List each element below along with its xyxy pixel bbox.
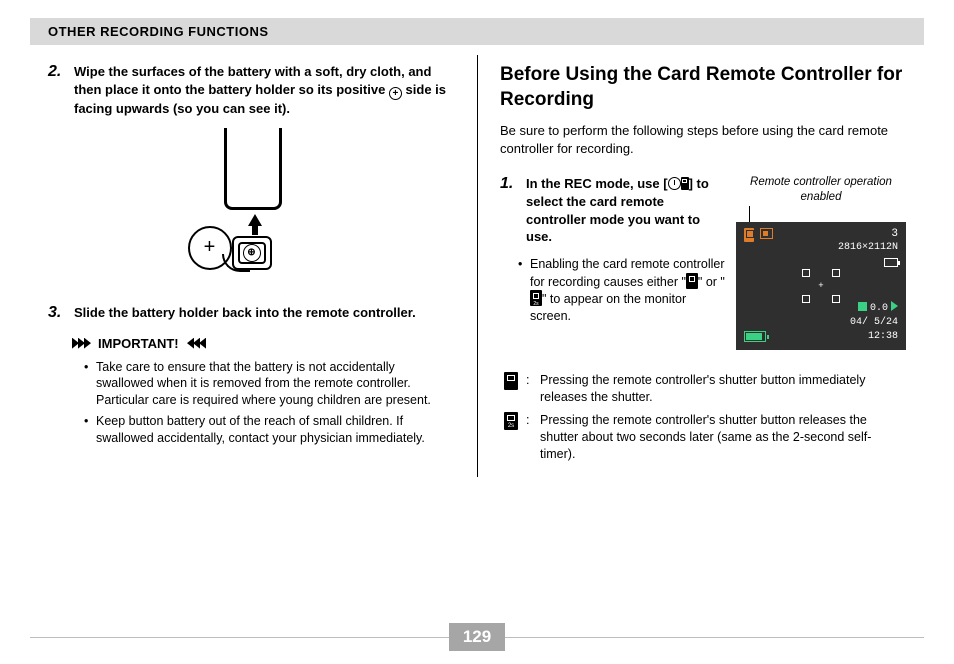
remote-immediate-icon [504,372,518,390]
legend-row: : Pressing the remote controller's shutt… [504,412,906,463]
page-number: 129 [449,623,505,651]
screen-time: 12:38 [868,331,898,342]
sub-text-mid: " or " [698,275,725,289]
screen-card-icon [884,258,898,267]
screen-resolution: 2816×2112N [838,242,898,253]
screen-battery-icon [744,331,766,342]
step-3: 3. Slide the battery holder back into th… [48,304,455,322]
ev-box-icon [858,302,867,311]
section-title: Before Using the Card Remote Controller … [500,63,906,112]
plus-icon: + [389,87,402,100]
screen-remote-icon [744,228,754,242]
step-2-number: 2. [48,63,74,118]
icon-legend: : Pressing the remote controller's shutt… [504,372,906,462]
camera-screen: 3 2816×2112N 0.0 04/ 5/24 12:38 [736,222,906,350]
bullet-icon: • [84,413,96,447]
legend-colon: : [526,372,540,406]
step-2-text-pre: Wipe the surfaces of the battery with a … [74,64,431,97]
left-column: 2. Wipe the surfaces of the battery with… [30,55,477,477]
important-item: • Keep button battery out of the reach o… [84,413,455,447]
step-1-text: In the REC mode, use [] to select the ca… [526,175,726,245]
content-columns: 2. Wipe the surfaces of the battery with… [0,55,954,477]
battery-holder-plus-icon: ⊕ [243,244,261,262]
important-list: • Take care to ensure that the battery i… [84,359,455,447]
step-2: 2. Wipe the surfaces of the battery with… [48,63,455,118]
remote-body-shape [224,128,282,210]
important-item-text: Take care to ensure that the battery is … [96,359,455,410]
right-column: Before Using the Card Remote Controller … [477,55,924,477]
legend-row: : Pressing the remote controller's shutt… [504,372,906,406]
section-header-text: OTHER RECORDING FUNCTIONS [48,24,269,39]
screen-shot-count: 3 [891,228,898,240]
step-3-text: Slide the battery holder back into the r… [74,304,416,322]
legend-text: Pressing the remote controller's shutter… [540,372,906,406]
important-heading: IMPORTANT! [72,336,455,351]
step-3-number: 3. [48,304,74,322]
important-label: IMPORTANT! [98,336,179,351]
chevron-left-icon [187,338,205,349]
remote-selftimer-icon [504,412,518,430]
camera-caption: Remote controller operation enabled [736,175,906,204]
important-item: • Take care to ensure that the battery i… [84,359,455,410]
legend-colon: : [526,412,540,463]
section-header: OTHER RECORDING FUNCTIONS [30,18,924,45]
step-1-sub-text: Enabling the card remote controller for … [530,256,726,326]
chevron-right-icon [72,338,90,349]
screen-ev-value: 0.0 [858,301,898,314]
page-footer: 129 [30,624,924,650]
screen-date: 04/ 5/24 [850,317,898,328]
bullet-icon: • [518,256,530,326]
footer-rule [505,637,924,638]
sub-text-post: " to appear on the monitor screen. [530,292,686,323]
remote-selftimer-icon [530,290,542,306]
legend-text: Pressing the remote controller's shutter… [540,412,906,463]
step-1-number: 1. [500,175,526,245]
step-2-text: Wipe the surfaces of the battery with a … [74,63,455,118]
step-1-sub-bullet: • Enabling the card remote controller fo… [518,256,726,326]
section-intro: Be sure to perform the following steps b… [500,122,906,157]
remote-icon [681,177,689,190]
remote-immediate-icon [686,273,698,289]
camera-figure: Remote controller operation enabled 3 28… [736,175,906,350]
screen-mode-icon [760,228,773,239]
timer-icon [668,177,681,190]
important-item-text: Keep button battery out of the reach of … [96,413,455,447]
arrow-up-icon [248,214,262,226]
screen-focus-frame-icon [802,269,840,303]
bullet-icon: • [84,359,96,410]
ev-number: 0.0 [870,303,888,314]
battery-illustration: + ⊕ [48,128,455,288]
footer-rule [30,637,449,638]
ev-triangle-icon [891,301,898,311]
step-1-text-pre: In the REC mode, use [ [526,176,668,191]
step-1: 1. In the REC mode, use [] to select the… [500,175,726,245]
step-1-row: 1. In the REC mode, use [] to select the… [500,175,906,350]
callout-line [749,206,750,222]
